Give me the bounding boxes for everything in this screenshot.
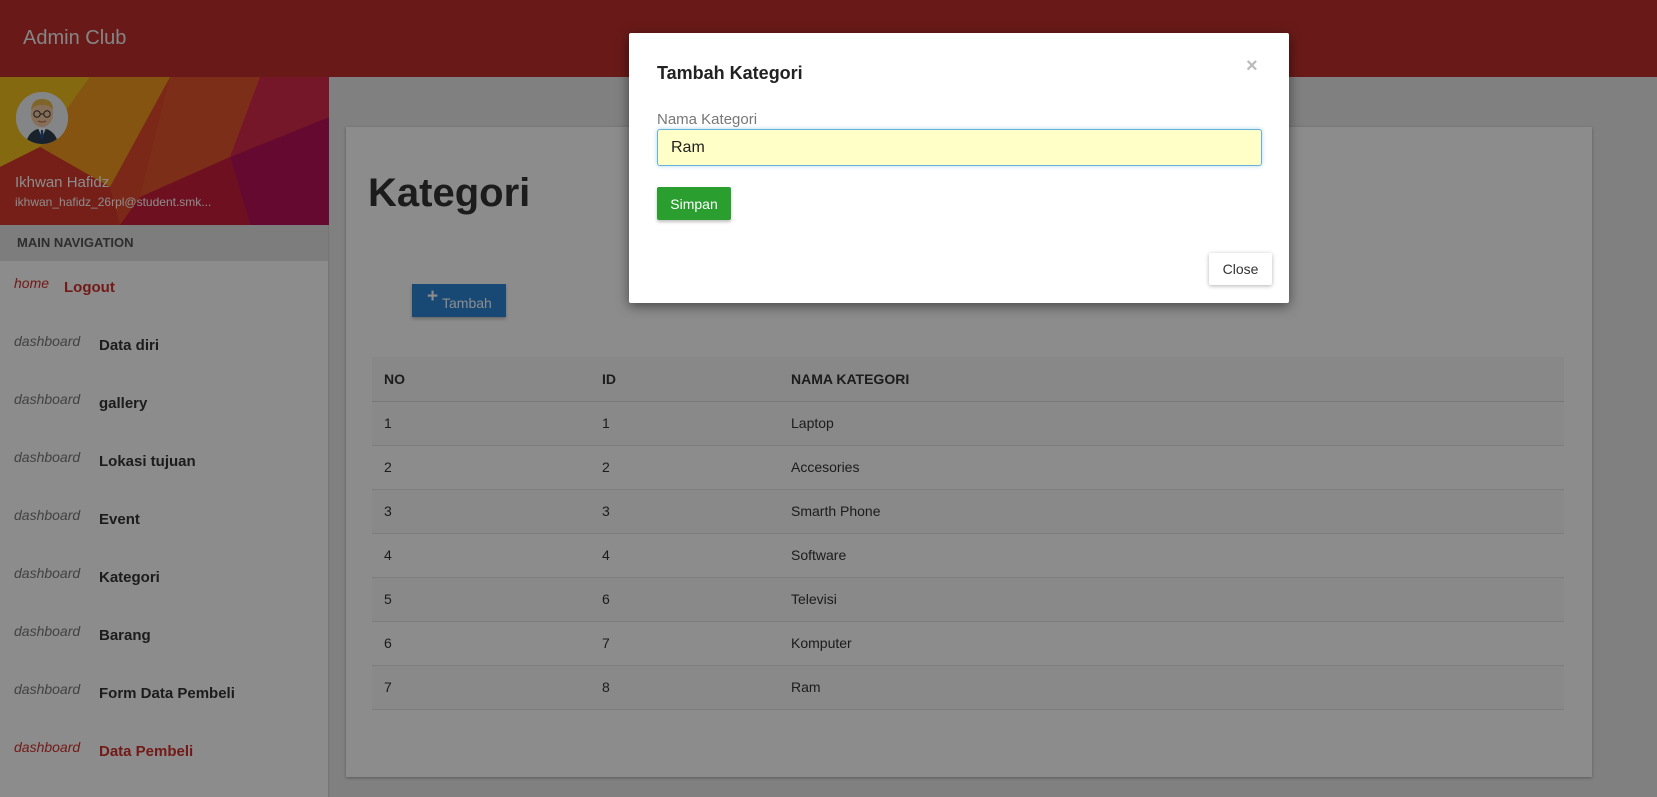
close-button[interactable]: Close bbox=[1209, 253, 1272, 285]
category-name-label: Nama Kategori bbox=[657, 111, 758, 128]
category-name-input[interactable] bbox=[657, 129, 1262, 166]
add-category-modal: Tambah Kategori × Nama Kategori Simpan C… bbox=[629, 33, 1289, 303]
modal-title: Tambah Kategori bbox=[657, 63, 803, 83]
close-icon[interactable]: × bbox=[1246, 55, 1258, 78]
save-button[interactable]: Simpan bbox=[657, 187, 731, 220]
